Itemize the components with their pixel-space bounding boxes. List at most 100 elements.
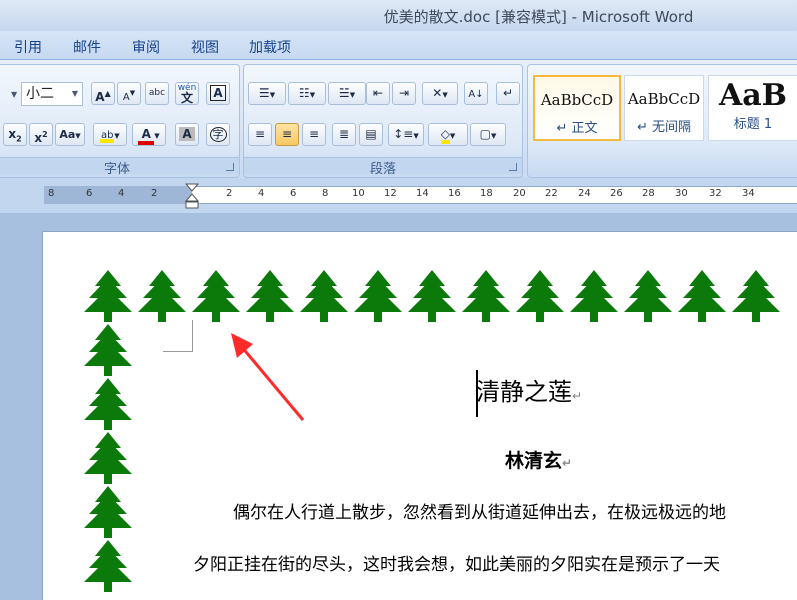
highlighter-icon: ab xyxy=(100,130,115,143)
chevron-down-icon: ▼ xyxy=(349,91,356,99)
style-name: ↵ 无间隔 xyxy=(636,120,692,135)
ruler-tick-label: 8 xyxy=(48,188,55,199)
tree-icon xyxy=(81,486,135,542)
font-name-dropdown-arrow[interactable]: ▼ xyxy=(11,90,17,99)
distributed-icon: ▤ xyxy=(365,127,377,141)
highlight-button[interactable]: ab▼ xyxy=(93,123,127,146)
decrease-indent-icon: ⇤ xyxy=(372,86,384,100)
char-shading-button[interactable]: A xyxy=(175,123,199,146)
show-marks-button[interactable]: ↵ xyxy=(496,82,520,105)
font-color-icon: A xyxy=(138,127,155,145)
tree-icon xyxy=(675,270,729,326)
indent-marker-icon[interactable] xyxy=(184,183,200,211)
chevron-down-icon: ▼ xyxy=(449,132,456,140)
tree-icon xyxy=(459,270,513,326)
increase-indent-button[interactable]: ⇥ xyxy=(392,82,416,105)
tree-icon xyxy=(81,378,135,434)
window-title: 优美的散文.doc [兼容模式] - Microsoft Word xyxy=(383,8,694,26)
align-center-button[interactable]: ≡ xyxy=(275,123,299,146)
style-heading-1[interactable]: AaB 标题 1 xyxy=(708,75,797,141)
ruler-tick-label: 4 xyxy=(258,188,265,199)
distributed-button[interactable]: ▤ xyxy=(359,123,383,146)
paragraph-dialog-launcher[interactable] xyxy=(509,163,517,171)
paragraph-1[interactable]: 偶尔在人行道上散步，忽然看到从街道延伸出去，在极远极远的地 xyxy=(233,498,797,523)
justify-icon: ≣ xyxy=(338,127,350,141)
numbering-button[interactable]: ☷▼ xyxy=(288,82,326,105)
superscript-button[interactable]: x2 xyxy=(29,123,53,146)
grow-font-button[interactable]: A▲ xyxy=(91,82,115,105)
borders-button[interactable]: ▢▼ xyxy=(470,123,506,146)
red-arrow-annotation xyxy=(231,333,305,421)
tree-icon xyxy=(81,270,135,326)
ruler-tick-label: 6 xyxy=(290,188,297,199)
align-left-button[interactable]: ≡ xyxy=(248,123,272,146)
tree-icon xyxy=(297,270,351,326)
document-title[interactable]: 清静之莲↵ xyxy=(476,372,582,407)
shrink-font-label: A xyxy=(122,92,130,103)
tab-references[interactable]: 引用 xyxy=(14,37,42,57)
ruler-tick-label: 24 xyxy=(578,188,591,199)
chevron-down-icon: ▼ xyxy=(309,91,316,99)
bullets-button[interactable]: ☰▼ xyxy=(248,82,286,105)
sort-button[interactable]: A↓ xyxy=(464,82,488,105)
style-normal[interactable]: AaBbCcD ↵ 正文 xyxy=(533,75,621,141)
align-right-button[interactable]: ≡ xyxy=(302,123,326,146)
tab-view[interactable]: 视图 xyxy=(191,37,219,57)
paragraph-mark: ↵ xyxy=(572,389,583,403)
ruler-tick-label: 34 xyxy=(742,188,755,199)
tree-icon xyxy=(729,270,783,326)
tree-icon xyxy=(513,270,567,326)
change-case-button[interactable]: Aa▼ xyxy=(55,123,85,146)
superscript-label: x xyxy=(34,131,43,145)
shading-button[interactable]: ◇▼ xyxy=(428,123,468,146)
multilevel-list-button[interactable]: ☱▼ xyxy=(328,82,366,105)
ribbon-tabs: 引用 邮件 审阅 视图 加载项 xyxy=(0,31,797,60)
up-arrow-icon: ▲ xyxy=(104,89,111,98)
title-bar: 优美的散文.doc [兼容模式] - Microsoft Word xyxy=(0,0,797,31)
tab-review[interactable]: 审阅 xyxy=(132,37,160,57)
ruler-tick-label: 30 xyxy=(675,188,688,199)
tree-icon xyxy=(81,540,135,596)
font-size-combo[interactable]: 小二 ▼ xyxy=(21,82,83,106)
margin-corner-mark xyxy=(163,320,193,352)
line-spacing-button[interactable]: ↕≡▼ xyxy=(388,123,424,146)
phonetic-guide-button[interactable]: wén 文 xyxy=(175,82,199,105)
ruler-tick-label: 2 xyxy=(226,188,233,199)
style-name: ↵ 正文 xyxy=(556,121,598,136)
down-arrow-icon: ▼ xyxy=(129,89,136,97)
ruler-tick-label: 16 xyxy=(448,188,461,199)
ribbon: ▼ 小二 ▼ A▲ A▼ abc wén 文 A x2 x2 Aa▼ ab▼ A ▼… xyxy=(0,60,797,178)
font-group-label: 字体 xyxy=(0,157,239,177)
font-dialog-launcher[interactable] xyxy=(226,163,234,171)
style-preview: AaB xyxy=(718,78,788,113)
ruler-tick-label: 10 xyxy=(352,188,365,199)
change-case-label: Aa xyxy=(59,128,76,141)
tree-icon xyxy=(81,324,135,380)
subscript-button[interactable]: x2 xyxy=(3,123,27,146)
tab-addins[interactable]: 加载项 xyxy=(249,37,291,57)
sort-icon: A↓ xyxy=(468,89,484,100)
decrease-indent-button[interactable]: ⇤ xyxy=(366,82,390,105)
ruler-tick-label: 14 xyxy=(416,188,429,199)
tab-mailings[interactable]: 邮件 xyxy=(73,37,101,57)
paint-bucket-icon: ◇ xyxy=(440,128,450,144)
justify-button[interactable]: ≣ xyxy=(332,123,356,146)
enclose-char-button[interactable]: 字 xyxy=(206,123,230,146)
chevron-down-icon: ▼ xyxy=(442,91,448,99)
style-no-spacing[interactable]: AaBbCcD ↵ 无间隔 xyxy=(624,75,704,141)
font-color-button[interactable]: A ▼ xyxy=(132,123,166,146)
multilevel-list-icon: ☱ xyxy=(338,86,350,100)
tree-icon xyxy=(405,270,459,326)
clear-format-button[interactable]: abc xyxy=(145,82,169,105)
subscript-label: x xyxy=(8,127,17,141)
shrink-font-button[interactable]: A▼ xyxy=(117,82,141,105)
ruler-tick-label: 4 xyxy=(118,188,125,199)
paragraph-2[interactable]: 夕阳正挂在街的尽头，这时我会想，如此美丽的夕阳实在是预示了一天 xyxy=(193,550,797,575)
grow-font-label: A xyxy=(95,90,105,104)
char-border-button[interactable]: A xyxy=(206,82,230,105)
asian-layout-button[interactable]: ✕▼ xyxy=(422,82,458,105)
style-preview: AaBbCcD xyxy=(540,91,614,109)
document-author[interactable]: 林清玄↵ xyxy=(505,446,572,473)
align-center-icon: ≡ xyxy=(281,127,293,141)
font-size-value: 小二 xyxy=(26,86,54,102)
